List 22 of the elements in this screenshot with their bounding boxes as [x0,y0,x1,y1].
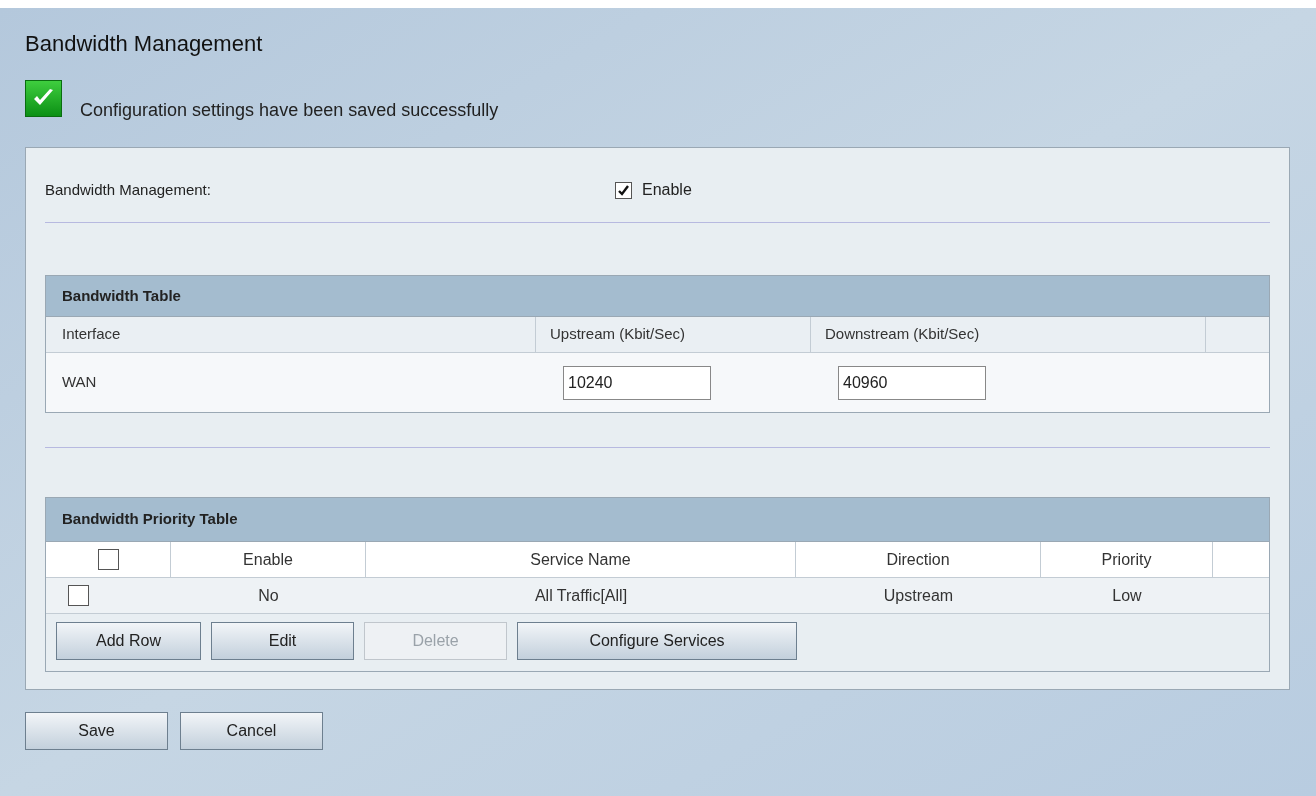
input-field[interactable]: 10240 [563,365,711,400]
checkbox[interactable] [615,181,632,199]
table-cell-text: Low [1111,585,1143,606]
table-button[interactable]: Edit [211,622,354,660]
table-cell-text: No [257,585,280,606]
form-button[interactable]: Save [25,712,168,750]
status-message: Configuration settings have been saved successfully [80,99,499,121]
checkbox-label: Enable [642,180,692,200]
checkbox[interactable] [68,585,89,606]
form-button[interactable]: Cancel [180,712,323,750]
checkbox[interactable] [97,549,119,570]
table-cell-text: Upstream [882,585,955,606]
table-cell-text: All Traffic[All] [533,585,629,606]
page-title: Bandwidth Management [25,30,263,58]
table-button[interactable]: Configure Services [517,622,797,660]
table-title: Bandwidth Priority Table [46,498,1269,541]
input-field[interactable]: 40960 [838,365,986,400]
checkmark-icon [25,80,62,117]
table-cell-text: WAN [61,372,98,393]
field-label: Bandwidth Management: [45,179,212,200]
table-button[interactable]: Add Row [56,622,201,660]
table-title: Bandwidth Table [46,276,1269,316]
